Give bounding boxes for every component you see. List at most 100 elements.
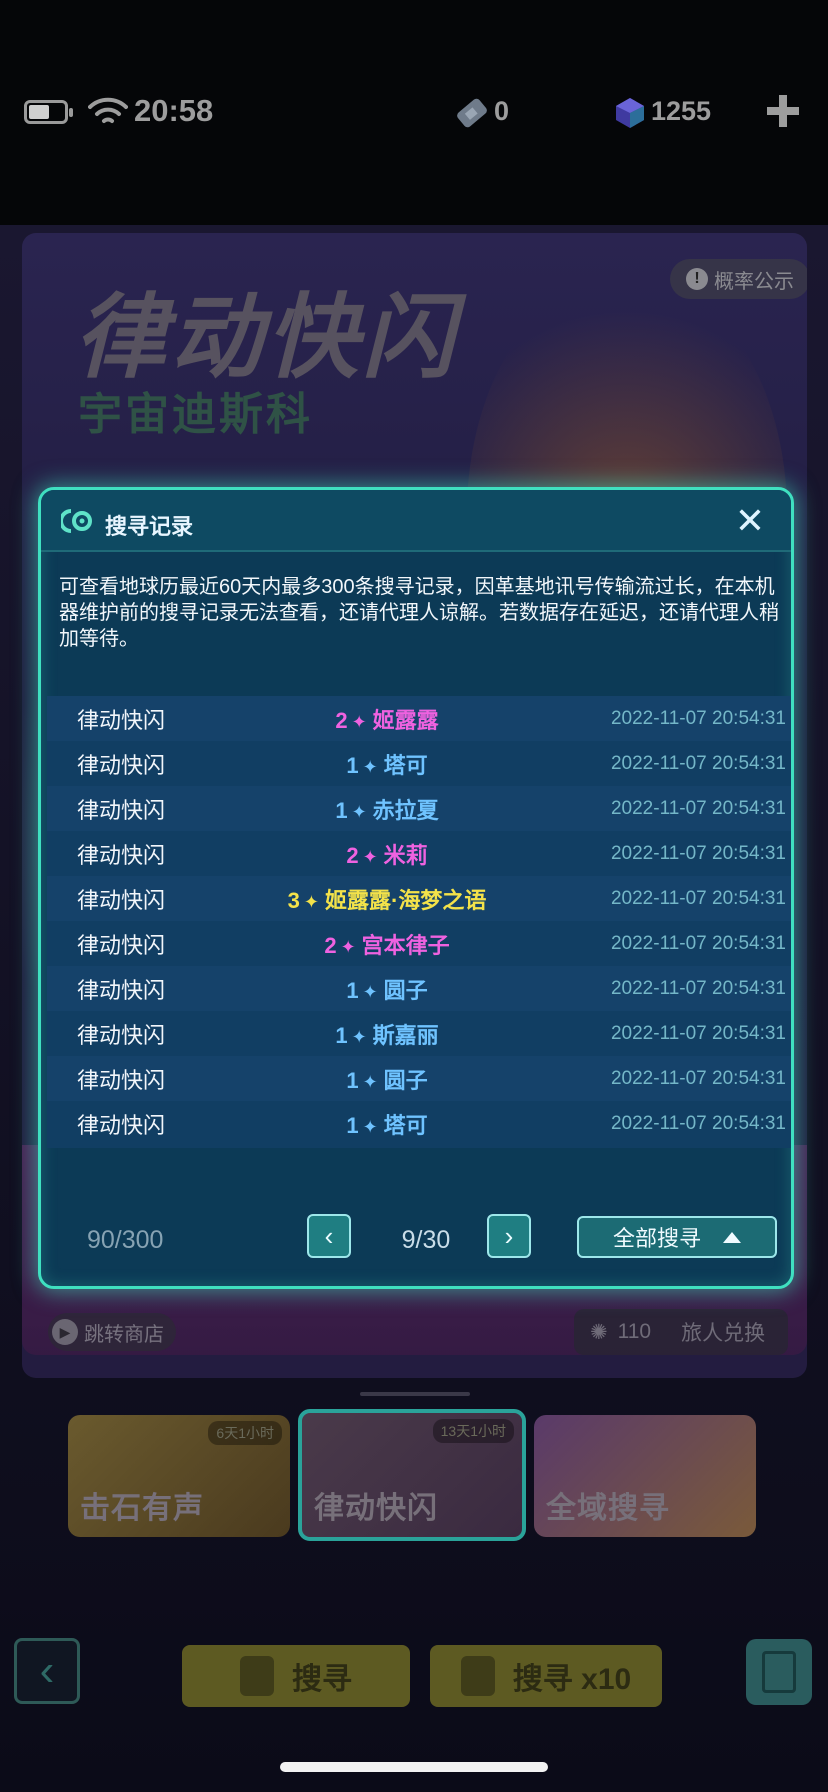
next-page-button[interactable]: › bbox=[487, 1214, 531, 1258]
pool-cards: 6天1小时 击石有声 13天1小时 律动快闪 全域搜寻 bbox=[68, 1409, 758, 1545]
star-icon: ✦ bbox=[351, 711, 367, 732]
carousel-indicator bbox=[360, 1392, 470, 1396]
record-pool: 律动快闪 bbox=[77, 977, 166, 1003]
play-arrow-icon: ▶ bbox=[52, 1319, 78, 1345]
record-row: 律动快闪 2 ✦ 宫本律子 2022-11-07 20:54:31 bbox=[47, 921, 791, 966]
filter-dropdown[interactable]: 全部搜寻 bbox=[577, 1216, 777, 1258]
records-logo-icon bbox=[61, 509, 92, 533]
pool-timer: 6天1小时 bbox=[208, 1421, 282, 1445]
filter-label: 全部搜寻 bbox=[612, 1226, 701, 1251]
records-clipboard-button[interactable] bbox=[746, 1639, 812, 1705]
record-pool: 律动快闪 bbox=[77, 1112, 166, 1138]
record-pool: 律动快闪 bbox=[77, 707, 166, 733]
wifi-icon bbox=[88, 97, 128, 123]
star-icon: ✦ bbox=[340, 936, 356, 957]
record-rarity: 2 bbox=[335, 707, 348, 733]
dialog-title: 搜寻记录 bbox=[105, 514, 194, 539]
record-pool: 律动快闪 bbox=[77, 752, 166, 778]
record-time: 2022-11-07 20:54:31 bbox=[610, 887, 786, 909]
record-row: 律动快闪 1 ✦ 塔可 2022-11-07 20:54:31 bbox=[47, 1101, 791, 1146]
record-rarity: 1 bbox=[346, 1067, 359, 1093]
record-rarity: 1 bbox=[335, 797, 348, 823]
record-rarity: 2 bbox=[324, 932, 337, 958]
record-rarity: 1 bbox=[335, 1022, 348, 1048]
probability-label: 概率公示 bbox=[714, 270, 794, 293]
info-icon: ! bbox=[686, 268, 708, 290]
gem-icon bbox=[616, 98, 644, 128]
record-row: 律动快闪 3 ✦ 姬露露·海梦之语 2022-11-07 20:54:31 bbox=[47, 876, 791, 921]
close-icon[interactable]: ✕ bbox=[733, 503, 767, 539]
back-button[interactable]: ‹ bbox=[14, 1638, 80, 1704]
add-gems-button[interactable] bbox=[764, 92, 802, 130]
record-time: 2022-11-07 20:54:31 bbox=[610, 1067, 786, 1089]
pool-card[interactable]: 6天1小时 击石有声 bbox=[68, 1415, 290, 1537]
record-row: 律动快闪 1 ✦ 圆子 2022-11-07 20:54:31 bbox=[47, 966, 791, 1011]
star-icon: ✦ bbox=[351, 801, 367, 822]
banner-title: 律动快闪 bbox=[74, 287, 459, 389]
record-time: 2022-11-07 20:54:31 bbox=[610, 707, 786, 729]
search-ten-button[interactable]: 搜寻 x10 bbox=[430, 1645, 662, 1707]
record-name: 斯嘉丽 bbox=[372, 1022, 439, 1048]
record-pool: 律动快闪 bbox=[77, 797, 166, 823]
record-item: 1 ✦ 塔可 bbox=[227, 1108, 547, 1140]
record-rarity: 1 bbox=[346, 977, 359, 1003]
record-pool: 律动快闪 bbox=[77, 1022, 166, 1048]
clipboard-icon bbox=[762, 1651, 796, 1693]
record-time: 2022-11-07 20:54:31 bbox=[610, 1112, 786, 1134]
pool-label: 击石有声 bbox=[80, 1492, 204, 1525]
record-name: 赤拉夏 bbox=[372, 797, 439, 823]
dialog-header: 搜寻记录 ✕ bbox=[41, 490, 791, 552]
pool-timer: 13天1小时 bbox=[432, 1419, 514, 1443]
record-pool: 律动快闪 bbox=[77, 932, 166, 958]
ticket-icon bbox=[457, 98, 487, 128]
record-item: 1 ✦ 圆子 bbox=[227, 973, 547, 1005]
star-icon: ✦ bbox=[303, 891, 319, 912]
record-row: 律动快闪 1 ✦ 塔可 2022-11-07 20:54:31 bbox=[47, 741, 791, 786]
gem-count: 1255 bbox=[651, 96, 712, 126]
record-row: 律动快闪 2 ✦ 姬露露 2022-11-07 20:54:31 bbox=[47, 696, 791, 741]
record-row: 律动快闪 1 ✦ 斯嘉丽 2022-11-07 20:54:31 bbox=[47, 1011, 791, 1056]
pool-label: 律动快闪 bbox=[314, 1492, 438, 1525]
exchange-label: 旅人兑换 bbox=[681, 1322, 766, 1345]
record-rarity: 3 bbox=[287, 887, 300, 913]
atom-icon: ✺ bbox=[590, 1320, 608, 1344]
star-icon: ✦ bbox=[362, 1071, 378, 1092]
record-time: 2022-11-07 20:54:31 bbox=[610, 977, 786, 999]
search-once-button[interactable]: 搜寻 bbox=[182, 1645, 410, 1707]
record-name: 塔可 bbox=[383, 752, 428, 778]
probability-button[interactable]: ! 概率公示 bbox=[670, 259, 807, 299]
dialog-description: 可查看地球历最近60天内最多300条搜寻记录，因革基地讯号传输流过长，在本机器维… bbox=[59, 576, 779, 650]
record-name: 米莉 bbox=[383, 842, 428, 868]
record-pool: 律动快闪 bbox=[77, 842, 166, 868]
record-item: 1 ✦ 斯嘉丽 bbox=[227, 1018, 547, 1050]
records-list: 律动快闪 2 ✦ 姬露露 2022-11-07 20:54:31 律动快闪 1 ✦ 塔可 2022… bbox=[47, 696, 791, 1148]
caret-up-icon bbox=[723, 1231, 741, 1243]
search-once-label: 搜寻 bbox=[292, 1663, 352, 1696]
record-item: 2 ✦ 米莉 bbox=[227, 838, 547, 870]
record-row: 律动快闪 1 ✦ 赤拉夏 2022-11-07 20:54:31 bbox=[47, 786, 791, 831]
ticket-count: 0 bbox=[494, 96, 510, 126]
previous-page-button[interactable]: ‹ bbox=[307, 1214, 351, 1258]
record-pool: 律动快闪 bbox=[77, 1067, 166, 1093]
star-icon: ✦ bbox=[362, 981, 378, 1002]
record-count: 90/300 bbox=[87, 1226, 164, 1254]
shop-link-label: 跳转商店 bbox=[84, 1323, 164, 1346]
record-item: 1 ✦ 塔可 bbox=[227, 748, 547, 780]
record-pool: 律动快闪 bbox=[77, 887, 166, 913]
search-records-dialog: 搜寻记录 ✕ 可查看地球历最近60天内最多300条搜寻记录，因革基地讯号传输流过… bbox=[38, 487, 794, 1289]
shop-link[interactable]: ▶ 跳转商店 bbox=[48, 1313, 176, 1351]
record-time: 2022-11-07 20:54:31 bbox=[610, 842, 786, 864]
record-item: 2 ✦ 姬露露 bbox=[227, 703, 547, 735]
ticket-icon bbox=[240, 1656, 274, 1696]
record-row: 律动快闪 1 ✦ 圆子 2022-11-07 20:54:31 bbox=[47, 1056, 791, 1101]
star-icon: ✦ bbox=[351, 1026, 367, 1047]
record-item: 1 ✦ 圆子 bbox=[227, 1063, 547, 1095]
record-row: 律动快闪 2 ✦ 米莉 2022-11-07 20:54:31 bbox=[47, 831, 791, 876]
record-item: 2 ✦ 宫本律子 bbox=[227, 928, 547, 960]
pool-card-selected[interactable]: 13天1小时 律动快闪 bbox=[298, 1409, 526, 1541]
home-indicator[interactable] bbox=[280, 1762, 548, 1772]
record-name: 姬露露 bbox=[372, 707, 439, 733]
exchange-button[interactable]: ✺ 110 旅人兑换 bbox=[574, 1309, 788, 1355]
search-ten-label: 搜寻 x10 bbox=[512, 1663, 632, 1696]
pool-card[interactable]: 全域搜寻 bbox=[534, 1415, 756, 1537]
